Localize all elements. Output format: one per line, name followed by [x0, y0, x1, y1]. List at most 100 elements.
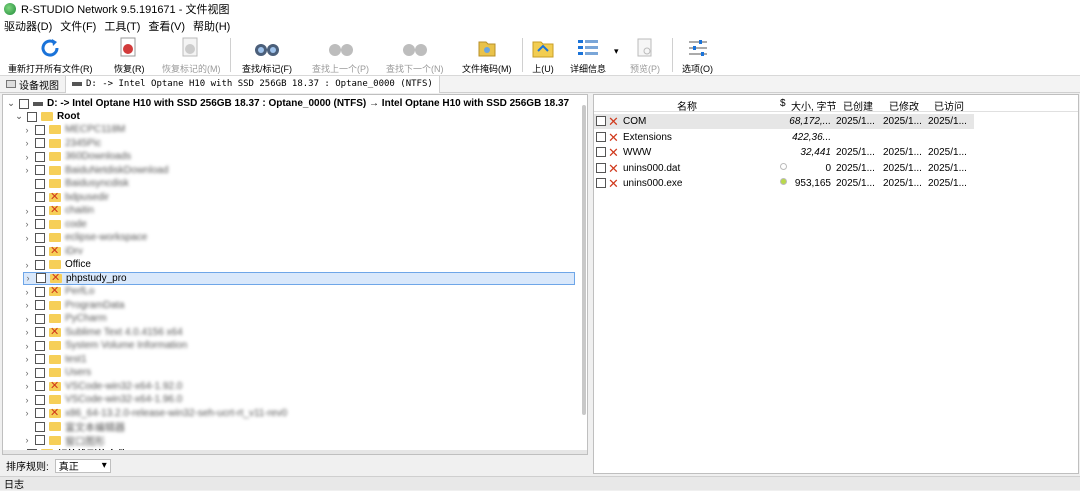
tree-folder-item[interactable]: › phpstudy_pro — [23, 271, 575, 285]
preview-button[interactable]: 预览(P) — [630, 36, 660, 75]
chevron-right-icon[interactable]: › — [23, 314, 31, 324]
chevron-right-icon[interactable]: › — [23, 138, 31, 148]
checkbox[interactable] — [35, 178, 45, 189]
tree-scrollbar[interactable] — [582, 105, 586, 415]
tree-folder-item[interactable]: iDrv — [23, 244, 83, 258]
tree-folder-item[interactable]: › PyCharm — [23, 312, 107, 325]
file-row[interactable]: ✕ unins000.dat 0 2025/1... 2025/1... 2025/1..… — [594, 161, 974, 176]
tree-folder-item[interactable]: › Sublime Text 4.0.4156 x64 — [23, 325, 183, 339]
chevron-right-icon[interactable]: › — [23, 435, 31, 445]
checkbox[interactable] — [596, 116, 606, 126]
chevron-right-icon[interactable]: › — [23, 152, 31, 162]
rescan-button[interactable]: 重新打开所有文件(R) — [8, 36, 93, 75]
tree-horizontal-scrollbar[interactable] — [3, 450, 587, 454]
checkbox[interactable] — [35, 232, 45, 243]
tree-folder-item[interactable]: › VSCode-win32-x64-1.92.0 — [23, 379, 183, 393]
checkbox[interactable] — [35, 367, 45, 378]
checkbox[interactable] — [36, 273, 46, 283]
checkbox[interactable] — [35, 151, 45, 162]
col-modified[interactable]: 已修改 — [889, 98, 919, 113]
chevron-right-icon[interactable]: › — [23, 165, 31, 175]
menu-file[interactable]: 文件(F) — [60, 18, 96, 34]
tree-folder-item[interactable]: 富文本编辑器 — [23, 420, 125, 434]
checkbox[interactable] — [35, 354, 45, 364]
find-prev-button[interactable]: 查找上一个(P) — [312, 36, 369, 75]
col-accessed[interactable]: 已访问 — [934, 98, 964, 113]
tree-folder-item[interactable]: › System Volume Information — [23, 339, 188, 352]
menu-drive[interactable]: 驱动器(D) — [4, 18, 52, 34]
chevron-right-icon[interactable]: › — [23, 368, 31, 378]
tree-folder-item[interactable]: › ProgramData — [23, 299, 125, 312]
col-flag[interactable]: $ — [780, 98, 786, 109]
file-row[interactable]: ✕ COM 68,172,... 2025/1... 2025/1... 2025/1..… — [594, 114, 974, 129]
log-label[interactable]: 日志 — [4, 476, 24, 491]
checkbox[interactable] — [35, 327, 45, 337]
chevron-right-icon[interactable]: › — [23, 408, 31, 418]
up-button[interactable]: 上(U) — [530, 36, 556, 75]
chevron-right-icon[interactable]: › — [23, 381, 31, 391]
file-row[interactable]: ✕ unins000.exe 953,165 2025/1... 2025/1... 20… — [594, 176, 974, 191]
chevron-right-icon[interactable]: › — [23, 206, 31, 216]
tree-folder-item[interactable]: › x86_64-13.2.0-release-win32-seh-ucrt-rt… — [23, 406, 288, 420]
checkbox[interactable] — [35, 246, 45, 256]
recover-marked-button[interactable]: 恢复标记的(M) — [162, 36, 221, 75]
tree-folder-item[interactable]: › BaiduNetdiskDownload — [23, 164, 169, 177]
chevron-right-icon[interactable]: › — [23, 341, 31, 351]
chevron-right-icon[interactable]: › — [23, 125, 31, 135]
tree-folder-item[interactable]: bdpusedir — [23, 190, 109, 204]
checkbox[interactable] — [35, 192, 45, 202]
tree-folder-item[interactable]: › VSCode-win32-x64-1.96.0 — [23, 393, 183, 406]
tree-folder-item[interactable]: › 2345Pic — [23, 137, 102, 150]
checkbox[interactable] — [35, 165, 45, 175]
checkbox[interactable] — [35, 340, 45, 351]
checkbox[interactable] — [35, 259, 45, 270]
checkbox[interactable] — [35, 124, 45, 135]
details-button[interactable]: 详细信息 — [570, 36, 606, 75]
tree-folder-item[interactable]: › 360Downloads — [23, 150, 132, 163]
tree-folder-item[interactable]: › chaitin — [23, 203, 94, 217]
tab-device-view[interactable]: 设备视图 — [0, 76, 65, 93]
chevron-right-icon[interactable]: › — [23, 327, 31, 337]
col-name[interactable]: 名称 — [677, 98, 697, 113]
checkbox[interactable] — [596, 131, 606, 142]
checkbox[interactable] — [35, 435, 45, 445]
checkbox[interactable] — [596, 178, 606, 188]
checkbox[interactable] — [35, 381, 45, 391]
chevron-right-icon[interactable]: › — [23, 219, 31, 229]
checkbox[interactable] — [35, 394, 45, 405]
tree-folder-item[interactable]: Baidusyncdisk — [23, 177, 129, 190]
tree-folder-item[interactable]: › eclipse-workspace — [23, 231, 148, 244]
recover-button[interactable]: 恢复(R) — [114, 36, 145, 75]
chevron-right-icon[interactable]: › — [24, 273, 32, 283]
checkbox[interactable] — [35, 138, 45, 148]
tree-folder-item[interactable]: › PerfLo — [23, 284, 95, 298]
tree-folder-item[interactable]: › 窗口图形 — [23, 434, 105, 448]
chevron-right-icon[interactable]: › — [23, 233, 31, 243]
chevron-down-icon[interactable]: ⌄ — [15, 111, 23, 122]
col-created[interactable]: 已创建 — [843, 98, 873, 113]
checkbox[interactable] — [35, 421, 45, 432]
tab-file-view[interactable]: D: -> Intel Optane H10 with SSD 256GB 18… — [65, 75, 440, 93]
file-mask-button[interactable]: 文件掩码(M) — [462, 36, 512, 75]
checkbox[interactable] — [596, 147, 606, 157]
checkbox[interactable] — [35, 219, 45, 229]
menu-tools[interactable]: 工具(T) — [104, 18, 140, 34]
checkbox[interactable] — [35, 286, 45, 297]
checkbox[interactable] — [35, 313, 45, 324]
chevron-down-icon[interactable]: ⌄ — [7, 98, 15, 109]
tree-folder-item[interactable]: › code — [23, 218, 87, 231]
checkbox[interactable] — [19, 98, 29, 109]
checkbox[interactable] — [596, 162, 606, 173]
col-size[interactable]: 大小, 字节 — [791, 98, 837, 113]
checkbox[interactable] — [35, 300, 45, 310]
menu-view[interactable]: 查看(V) — [148, 18, 185, 34]
tree-root-drive[interactable]: ⌄ D: -> Intel Optane H10 with SSD 256GB … — [7, 97, 569, 110]
chevron-right-icon[interactable]: › — [23, 260, 31, 270]
tree-folder-item[interactable]: › Users — [23, 366, 92, 379]
tree-folder-item[interactable]: › Office — [23, 258, 91, 271]
chevron-right-icon[interactable]: › — [23, 287, 31, 297]
details-dropdown[interactable]: ▾ — [614, 46, 619, 57]
file-row[interactable]: ✕ WWW 32,441 2025/1... 2025/1... 2025/1... — [594, 145, 974, 160]
tree-folder-item[interactable]: › MECPC118M — [23, 123, 126, 136]
options-button[interactable]: 选项(O) — [682, 36, 713, 75]
